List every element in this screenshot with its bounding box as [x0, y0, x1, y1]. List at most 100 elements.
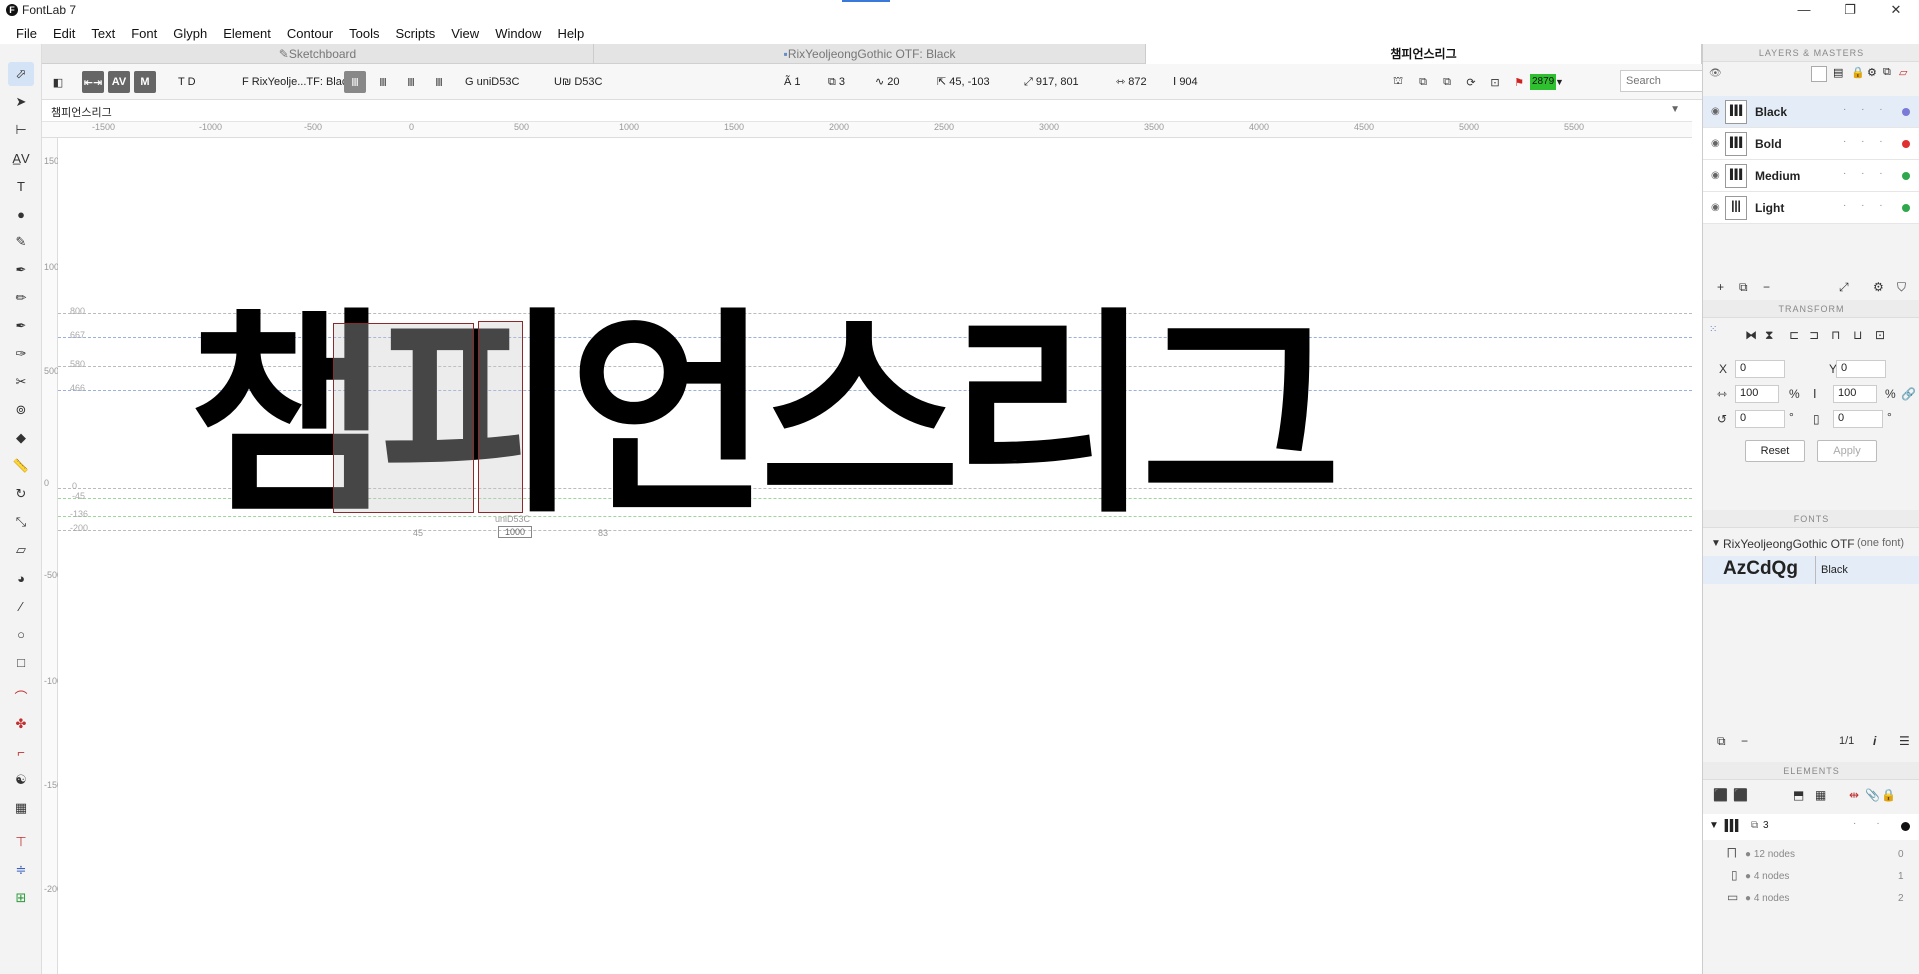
element-group-icon[interactable]: ⬛ [1713, 788, 1728, 802]
grid-tool-icon[interactable]: ▦ [8, 796, 34, 820]
duplicate-layer-icon[interactable]: ⧉ [1739, 280, 1748, 295]
close-icon[interactable]: ✕ [1873, 0, 1919, 22]
tangent-tool-icon[interactable]: ✑ [8, 342, 34, 366]
menu-help[interactable]: Help [549, 26, 592, 41]
layer-shield-icon[interactable]: ⛉ [1897, 280, 1906, 295]
eye-icon[interactable]: 👁 [1709, 68, 1722, 79]
align-bottom-icon[interactable]: ⊡ [1875, 328, 1885, 342]
text-bar-value[interactable]: 챔피언스리그 [51, 104, 112, 120]
kerning-mode-button[interactable]: AV [108, 71, 130, 93]
elements-copy-icon[interactable]: ⧉ [1717, 734, 1726, 749]
ruler-tool-icon[interactable]: 📏 [8, 454, 34, 478]
flip-horizontal-icon[interactable]: ⧓ [1745, 328, 1757, 342]
origin-grid-icon[interactable]: ⁙ [1709, 324, 1717, 335]
layer-visibility-icon[interactable]: ▤ [1833, 66, 1843, 79]
height-scale-field[interactable]: 100 [1833, 385, 1877, 403]
element-ungroup-icon[interactable]: ⬛ [1733, 788, 1748, 802]
knife-tool-icon[interactable]: ✂ [8, 370, 34, 394]
selected-contour-bar[interactable] [478, 321, 523, 513]
reset-button[interactable]: Reset [1745, 440, 1805, 462]
menu-window[interactable]: Window [487, 26, 549, 41]
scale-tool-icon[interactable]: ⤡ [8, 510, 34, 534]
element-link-icon[interactable]: ⇹ [1849, 788, 1859, 802]
info-icon[interactable]: i [1873, 734, 1876, 748]
selected-contour[interactable] [333, 323, 474, 513]
sync-icon[interactable]: ⟳ [1460, 71, 1482, 93]
align-center-icon[interactable]: ⊐ [1809, 328, 1819, 342]
stroke-tool-icon[interactable]: ⊚ [8, 398, 34, 422]
contour-select-tool-icon[interactable]: ⬀ [8, 62, 34, 86]
flag-dropdown-icon[interactable]: ▼ [1555, 72, 1564, 92]
menu-scripts[interactable]: Scripts [388, 26, 444, 41]
menu-icon[interactable]: ☰ [1899, 734, 1910, 748]
restore-icon[interactable]: ❐ [1827, 0, 1873, 22]
rectangle-tool-icon[interactable]: □ [8, 650, 34, 674]
collapse-icon[interactable]: ▼ [1709, 820, 1719, 831]
ellipse-tool-icon[interactable]: ○ [8, 622, 34, 646]
rotate-tool-icon[interactable]: ↻ [8, 482, 34, 506]
add-layer-icon[interactable]: + [1717, 280, 1724, 294]
node-tool-icon[interactable]: ✤ [8, 712, 34, 736]
minimize-icon[interactable]: — [1781, 0, 1827, 22]
element-grid-icon[interactable]: ▦ [1815, 788, 1826, 802]
layer-view-2-icon[interactable]: Ⅲ [372, 71, 394, 93]
element-clip-icon[interactable]: 📎 [1865, 788, 1880, 802]
layer-row-light[interactable]: ◉ Ⅲ Light · · · [1703, 192, 1919, 224]
menu-element[interactable]: Element [215, 26, 279, 41]
elements-remove-icon[interactable]: − [1741, 734, 1748, 748]
rapid-tool-icon[interactable]: ✒ [8, 314, 34, 338]
color-tool-icon[interactable]: ◕ [8, 566, 34, 590]
tab-font[interactable]: ▪RixYeoljeongGothic OTF: Black [594, 44, 1146, 64]
element-lock-icon[interactable]: 🔒 [1881, 788, 1896, 802]
guide-tool-icon[interactable]: ⊤ [8, 830, 34, 854]
layer-color-dot[interactable] [1902, 204, 1910, 212]
corner-tool-icon[interactable]: ⌐ [8, 740, 34, 764]
eraser-tool-icon[interactable]: ● [8, 202, 34, 226]
kerning-tool-icon[interactable]: A̲V [8, 146, 34, 170]
eye-icon[interactable]: ◉ [1711, 202, 1720, 213]
eyedropper-tool-icon[interactable]: ⁄ [8, 594, 34, 618]
element-color-dot[interactable] [1901, 822, 1910, 831]
eye-icon[interactable]: ◉ [1711, 106, 1720, 117]
element-subrow[interactable]: ⨅ ● 12 nodes 0 [1703, 844, 1919, 866]
layer-row-medium[interactable]: ◉ Ⅲ Medium · · · [1703, 160, 1919, 192]
remove-layer-icon[interactable]: − [1763, 280, 1770, 294]
advance-width-label[interactable]: 1000 [498, 526, 533, 538]
element-select-tool-icon[interactable]: ➤ [8, 90, 34, 114]
layer-row-black[interactable]: ◉ Ⅲ Black · · · [1703, 96, 1919, 128]
sidebar-toggle-icon[interactable]: ◧ [47, 71, 69, 93]
copy-icon[interactable]: ⧉ [1412, 71, 1434, 93]
layer-copy-icon[interactable]: ⧉ [1883, 66, 1891, 79]
yinyang-tool-icon[interactable]: ☯ [8, 768, 34, 792]
flag-icon[interactable]: ⚑ [1508, 71, 1530, 93]
menu-edit[interactable]: Edit [45, 26, 83, 41]
flag-count[interactable]: 2879 [1530, 74, 1557, 90]
lock-icon[interactable]: 🔒 [1851, 66, 1865, 79]
preview-icon[interactable]: ⛫ [1387, 71, 1409, 93]
align-top-icon[interactable]: ⊔ [1853, 328, 1862, 342]
brush-tool-icon[interactable]: ✎ [8, 230, 34, 254]
expand-icon[interactable]: ⤢ [1839, 280, 1849, 295]
align-right-icon[interactable]: ⊓ [1831, 328, 1840, 342]
text-tool-icon[interactable]: T [8, 174, 34, 198]
menu-text[interactable]: Text [83, 26, 123, 41]
menu-file[interactable]: File [8, 26, 45, 41]
menu-view[interactable]: View [443, 26, 487, 41]
collapse-icon[interactable]: ▼ [1711, 538, 1721, 549]
unicode-field[interactable]: U₪ D53C [554, 72, 602, 92]
layer-color-icon[interactable]: ▱ [1899, 66, 1907, 79]
layer-color-dot[interactable] [1902, 108, 1910, 116]
tab-sketchboard[interactable]: ✎Sketchboard [42, 44, 594, 64]
layer-settings-icon[interactable]: ⚙ [1873, 280, 1884, 294]
align-left-icon[interactable]: ⊏ [1789, 328, 1799, 342]
apply-button[interactable]: Apply [1817, 440, 1877, 462]
layer-row-bold[interactable]: ◉ Ⅲ Bold · · · [1703, 128, 1919, 160]
element-subrow[interactable]: ▯ ● 4 nodes 1 [1703, 866, 1919, 888]
slant-tool-icon[interactable]: ▱ [8, 538, 34, 562]
layer-view-3-icon[interactable]: Ⅲ [400, 71, 422, 93]
menu-contour[interactable]: Contour [279, 26, 341, 41]
chevron-down-icon[interactable]: ▼ [1670, 104, 1680, 115]
metrics-mode-button[interactable]: M [134, 71, 156, 93]
element-subrow[interactable]: ▭ ● 4 nodes 2 [1703, 888, 1919, 910]
font-name[interactable]: RixYeoljeongGothic OTF [1723, 537, 1855, 551]
